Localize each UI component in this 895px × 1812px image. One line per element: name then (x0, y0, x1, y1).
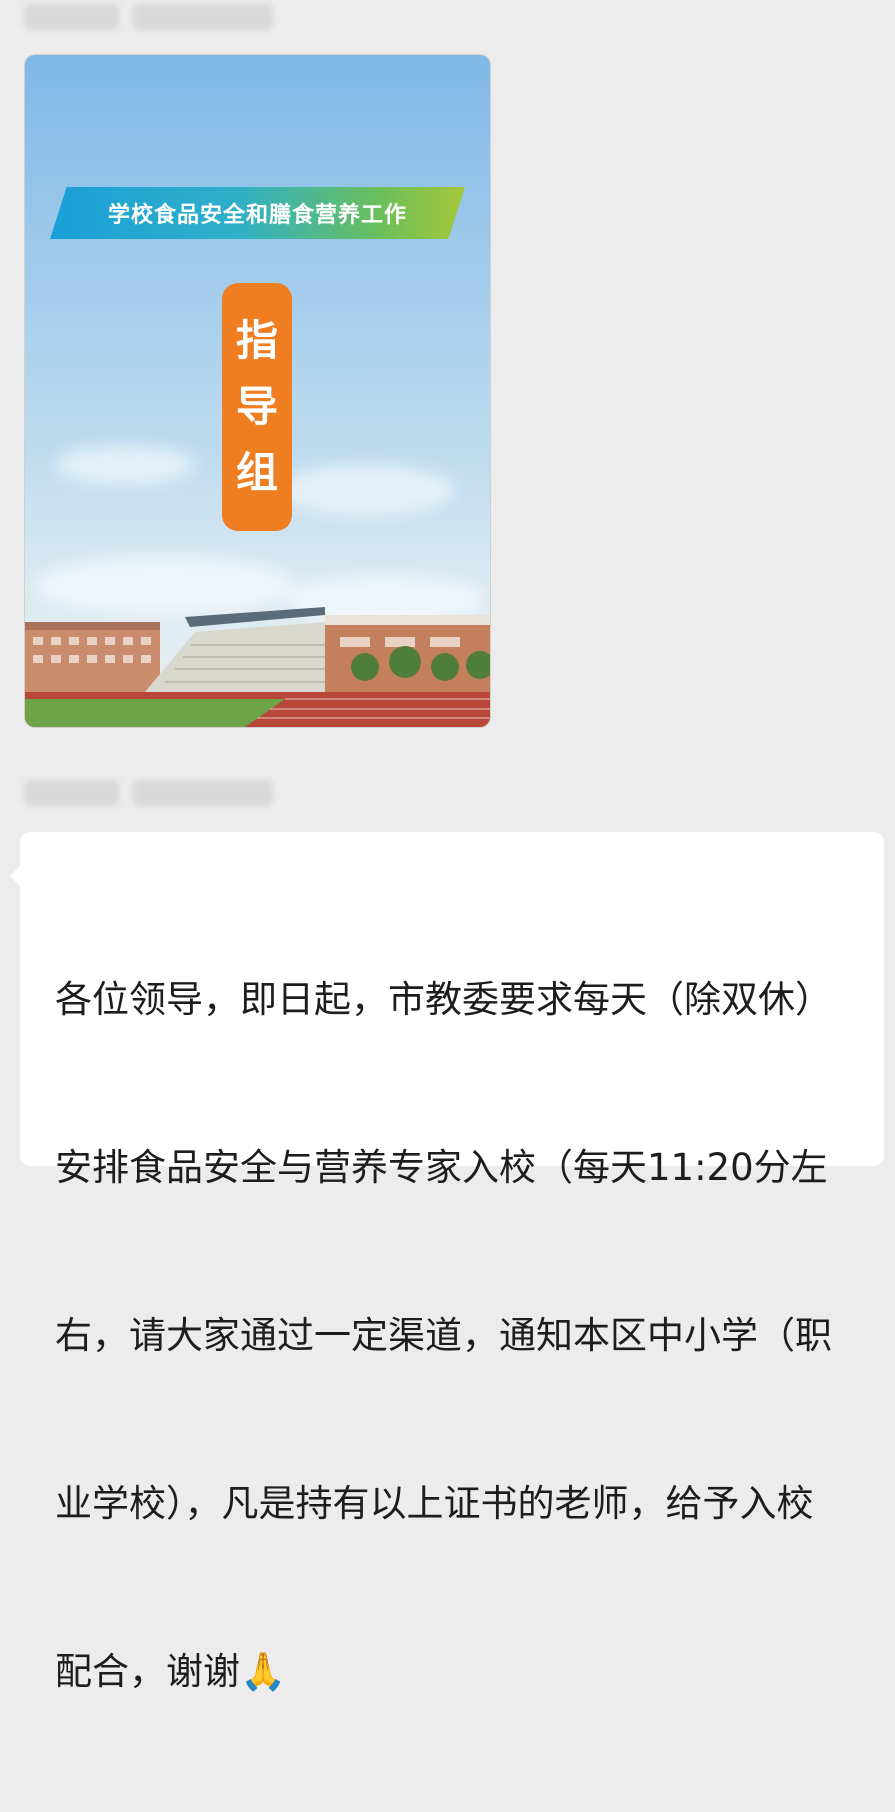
blurred-name-part (133, 4, 273, 30)
message-line: 各位领导，即日起，市教委要求每天（除双休） (55, 978, 832, 1021)
message-text: 各位领导，即日起，市教委要求每天（除双休） 安排食品安全与营养专家入校（每天11… (55, 860, 855, 1812)
poster-banner: 学校食品安全和膳食营养工作 (50, 187, 465, 239)
cloud-decoration (275, 465, 455, 515)
text-message-bubble[interactable]: 各位领导，即日起，市教委要求每天（除双休） 安排食品安全与营养专家入校（每天11… (10, 832, 884, 1693)
poster-vertical-badge: 指 导 组 (222, 283, 292, 531)
sender-name-blurred (24, 780, 273, 810)
poster-banner-title: 学校食品安全和膳食营养工作 (107, 203, 407, 228)
blurred-name-part (133, 780, 273, 806)
message-line: 配合，谢谢🙏 (55, 1650, 287, 1693)
blurred-name-part (24, 780, 119, 806)
message-line: 安排食品安全与营养专家入校（每天11:20分左 (55, 1146, 828, 1189)
message-line: 业学校），凡是持有以上证书的老师，给予入校 (55, 1482, 814, 1525)
sender-name-blurred (24, 4, 273, 34)
cloud-decoration (55, 445, 195, 485)
badge-char: 导 (235, 382, 278, 431)
blurred-name-part (24, 4, 119, 30)
badge-char: 组 (235, 448, 278, 497)
stadium-illustration (25, 607, 490, 727)
image-message[interactable]: 学校食品安全和膳食营养工作 指 导 组 (25, 55, 490, 727)
message-line: 右，请大家通过一定渠道，通知本区中小学（职 (55, 1314, 832, 1357)
badge-char: 指 (235, 316, 278, 365)
